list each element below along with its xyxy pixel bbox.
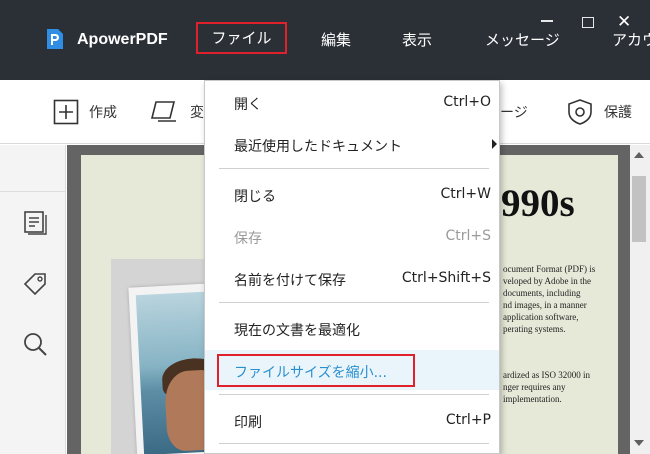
text-line: nd images, in a manner	[503, 300, 587, 310]
menu-item-shortcut: Ctrl+Shift+S	[401, 270, 491, 286]
menu-item-label: 保存	[234, 231, 262, 247]
convert-label: 変	[190, 105, 204, 121]
left-panel-divider	[0, 191, 66, 192]
menu-item-print[interactable]: 印刷 Ctrl+P	[205, 400, 499, 440]
menu-item-close[interactable]: 閉じる Ctrl+W	[205, 174, 499, 214]
page-label: ージ	[500, 105, 528, 121]
convert-button[interactable]: 変	[150, 80, 204, 144]
menu-separator	[219, 302, 489, 303]
menu-item-open[interactable]: 開く Ctrl+O	[205, 82, 499, 122]
text-line: perating systems.	[503, 324, 566, 334]
menu-item-reduce-file-size[interactable]: ファイルサイズを縮小...	[205, 350, 499, 390]
menu-file[interactable]: ファイル	[196, 22, 287, 54]
menu-account[interactable]: アカウ	[612, 29, 650, 50]
menu-item-recent-documents[interactable]: 最近使用したドキュメント	[205, 124, 499, 164]
file-menu-dropdown: 開く Ctrl+O 最近使用したドキュメント 閉じる Ctrl+W 保存 Ctr…	[204, 80, 500, 454]
title-bar: ApowerPDF ファイル 編集 表示 メッセージ アカウ ✕	[0, 0, 650, 80]
menu-item-label: ファイルサイズを縮小...	[234, 365, 387, 381]
apowerpdf-logo-icon	[47, 29, 63, 49]
submenu-arrow-icon	[492, 139, 497, 149]
pages-icon[interactable]	[22, 209, 48, 235]
menu-message[interactable]: メッセージ	[485, 29, 560, 50]
menu-item-optimize[interactable]: 現在の文書を最適化	[205, 308, 499, 348]
text-line: documents, including	[503, 288, 581, 298]
scroll-thumb[interactable]	[632, 176, 646, 242]
menu-separator	[219, 168, 489, 169]
add-icon	[53, 99, 79, 125]
text-line: implementation.	[503, 394, 562, 404]
menu-item-label: 印刷	[234, 415, 262, 431]
menu-item-label: 閉じる	[234, 189, 276, 205]
menu-item-save: 保存 Ctrl+S	[205, 216, 499, 256]
menu-item-label: 名前を付けて保存	[234, 273, 346, 289]
menu-item-save-as[interactable]: 名前を付けて保存 Ctrl+Shift+S	[205, 258, 499, 298]
document-paragraph-1: ocument Format (PDF) is veloped by Adobe…	[503, 263, 595, 335]
menu-view[interactable]: 表示	[402, 29, 432, 50]
text-line: ocument Format (PDF) is	[503, 264, 596, 274]
create-label: 作成	[89, 105, 117, 121]
search-icon[interactable]	[22, 331, 48, 357]
text-line: veloped by Adobe in the	[503, 276, 591, 286]
menu-separator	[219, 443, 489, 444]
protect-label: 保護	[604, 105, 632, 121]
convert-icon	[150, 101, 176, 122]
scroll-up-icon[interactable]	[634, 152, 644, 158]
app-name: ApowerPDF	[77, 31, 168, 48]
shield-icon	[568, 99, 592, 125]
tag-icon[interactable]	[22, 271, 48, 297]
document-heading: 990s	[501, 182, 575, 225]
menu-item-shortcut: Ctrl+P	[445, 412, 491, 428]
menu-item-label: 現在の文書を最適化	[234, 323, 360, 339]
text-line: ardized as ISO 32000 in	[503, 370, 590, 380]
maximize-icon[interactable]	[582, 17, 594, 28]
document-paragraph-2: ardized as ISO 32000 in nger requires an…	[503, 369, 590, 405]
scroll-down-icon[interactable]	[634, 440, 644, 446]
text-line: nger requires any	[503, 382, 566, 392]
menu-edit[interactable]: 編集	[321, 29, 351, 50]
menu-item-shortcut: Ctrl+W	[440, 186, 491, 202]
minimize-icon[interactable]	[541, 20, 553, 22]
menu-item-shortcut: Ctrl+O	[443, 94, 491, 110]
close-icon[interactable]: ✕	[617, 12, 631, 32]
menu-item-shortcut: Ctrl+S	[445, 228, 491, 244]
menu-item-label: 最近使用したドキュメント	[234, 139, 402, 155]
page-button[interactable]: ージ	[500, 80, 528, 144]
create-button[interactable]: 作成	[53, 80, 117, 144]
protect-button[interactable]: 保護	[566, 80, 632, 144]
menu-separator	[219, 394, 489, 395]
text-line: application software,	[503, 312, 579, 322]
menu-item-label: 開く	[234, 97, 262, 113]
left-panel	[0, 145, 66, 454]
